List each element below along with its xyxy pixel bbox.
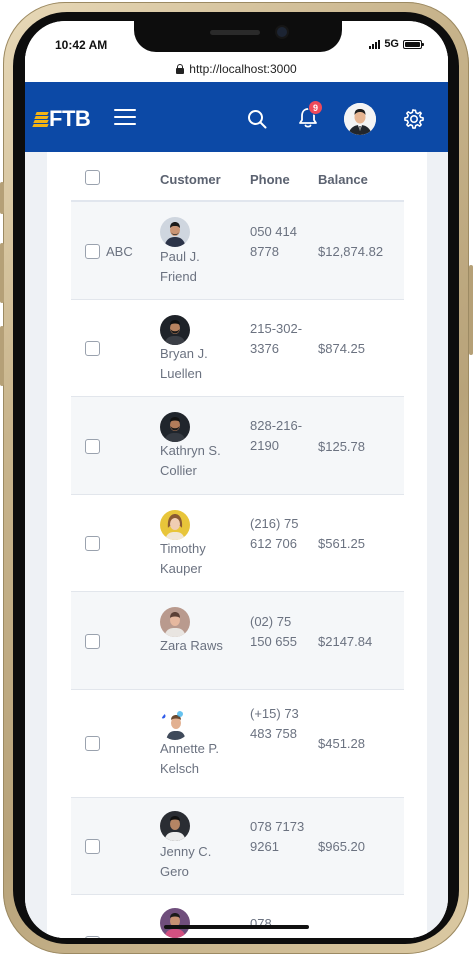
customer-phone: (+15) 73 483 758	[250, 706, 299, 741]
customer-table: Customer Phone Balance ABC Paul J. Frien…	[71, 152, 404, 938]
row-checkbox[interactable]	[85, 439, 100, 454]
table-header: Customer Phone Balance	[71, 152, 404, 202]
customer-name: Kathryn S. Collier	[160, 443, 221, 478]
table-row[interactable]: Zara Raws (02) 75 150 655 $2147.84	[71, 592, 404, 690]
column-header-phone[interactable]: Phone	[250, 172, 290, 187]
row-checkbox[interactable]	[85, 936, 100, 938]
customer-name: Annette P. Kelsch	[160, 741, 220, 776]
customer-phone: 215-302-3376	[250, 321, 303, 356]
battery-icon	[403, 39, 424, 49]
customer-balance: $2147.84	[318, 634, 373, 649]
url-text[interactable]: http://localhost:3000	[189, 62, 296, 76]
avatar[interactable]	[344, 103, 376, 135]
notch	[134, 21, 342, 52]
row-checkbox[interactable]	[85, 341, 100, 356]
customer-phone: (216) 75 612 706	[250, 516, 299, 551]
customer-card: Customer Phone Balance ABC Paul J. Frien…	[47, 152, 427, 938]
customer-balance: $874.25	[318, 341, 365, 356]
row-checkbox[interactable]	[85, 536, 100, 551]
table-row[interactable]: ABC Paul J. Friend 050 414 8778 $12,874.…	[71, 202, 404, 300]
table-row[interactable]: Jenny C. Gero 078 7173 9261 $965.20	[71, 798, 404, 895]
app-header: FTB 9	[25, 82, 448, 152]
notification-badge: 9	[308, 100, 323, 115]
table-row[interactable]: Kathryn S. Collier 828-216-2190 $125.78	[71, 397, 404, 495]
volume-up-button	[0, 243, 4, 303]
customer-name: Jenny C. Gero	[160, 844, 212, 879]
row-checkbox[interactable]	[85, 634, 100, 649]
network-type: 5G	[384, 38, 399, 50]
avatar	[160, 710, 190, 740]
status-indicators: 5G	[369, 38, 424, 50]
avatar	[160, 315, 190, 345]
content-area[interactable]: Customer Phone Balance ABC Paul J. Frien…	[25, 152, 448, 938]
customer-balance: $965.20	[318, 839, 365, 854]
customer-phone: 078	[250, 916, 272, 931]
customer-phone: 078 7173 9261	[250, 819, 305, 854]
table-row[interactable]: 078	[71, 895, 404, 938]
avatar	[160, 412, 190, 442]
customer-balance: $12,874.82	[318, 244, 384, 259]
avatar	[160, 217, 190, 247]
volume-down-button	[0, 326, 4, 386]
customer-balance: $561.25	[318, 536, 365, 551]
logo-text: FTB	[49, 106, 91, 131]
table-row[interactable]: Annette P. Kelsch (+15) 73 483 758 $451.…	[71, 690, 404, 798]
avatar	[160, 510, 190, 540]
avatar	[160, 908, 190, 938]
search-icon[interactable]	[247, 109, 267, 129]
avatar	[160, 811, 190, 841]
select-all-checkbox[interactable]	[85, 170, 100, 185]
column-header-customer[interactable]: Customer	[160, 172, 221, 187]
customer-name: Zara Raws	[160, 638, 223, 653]
customer-name: Timothy Kauper	[160, 541, 206, 576]
row-checkbox[interactable]	[85, 244, 100, 259]
status-time: 10:42 AM	[55, 38, 108, 52]
front-camera	[277, 27, 287, 37]
customer-phone: 828-216-2190	[250, 418, 303, 453]
table-row[interactable]: Bryan J. Luellen 215-302-3376 $874.25	[71, 300, 404, 397]
power-button	[469, 265, 473, 355]
home-indicator[interactable]	[164, 925, 309, 929]
row-checkbox[interactable]	[85, 736, 100, 751]
row-label: ABC	[106, 244, 133, 259]
menu-icon[interactable]	[114, 109, 136, 125]
logo[interactable]: FTB	[32, 106, 91, 132]
avatar	[160, 607, 190, 637]
customer-phone: (02) 75 150 655	[250, 614, 297, 649]
speaker	[210, 30, 260, 35]
address-bar[interactable]: http://localhost:3000	[25, 56, 448, 82]
lock-icon	[176, 64, 185, 74]
row-checkbox[interactable]	[85, 839, 100, 854]
customer-balance: $451.28	[318, 736, 365, 751]
customer-phone: 050 414 8778	[250, 224, 297, 259]
mute-switch	[0, 182, 4, 214]
table-row[interactable]: Timothy Kauper (216) 75 612 706 $561.25	[71, 495, 404, 592]
customer-name: Paul J. Friend	[160, 249, 200, 284]
customer-balance: $125.78	[318, 439, 365, 454]
customer-name: Bryan J. Luellen	[160, 346, 208, 381]
logo-mark-icon	[32, 111, 49, 128]
gear-icon[interactable]	[403, 108, 425, 130]
signal-icon	[369, 39, 381, 49]
screen: 10:42 AM 5G http://localhost:3000 FTB 9 …	[25, 21, 448, 938]
column-header-balance[interactable]: Balance	[318, 172, 368, 187]
